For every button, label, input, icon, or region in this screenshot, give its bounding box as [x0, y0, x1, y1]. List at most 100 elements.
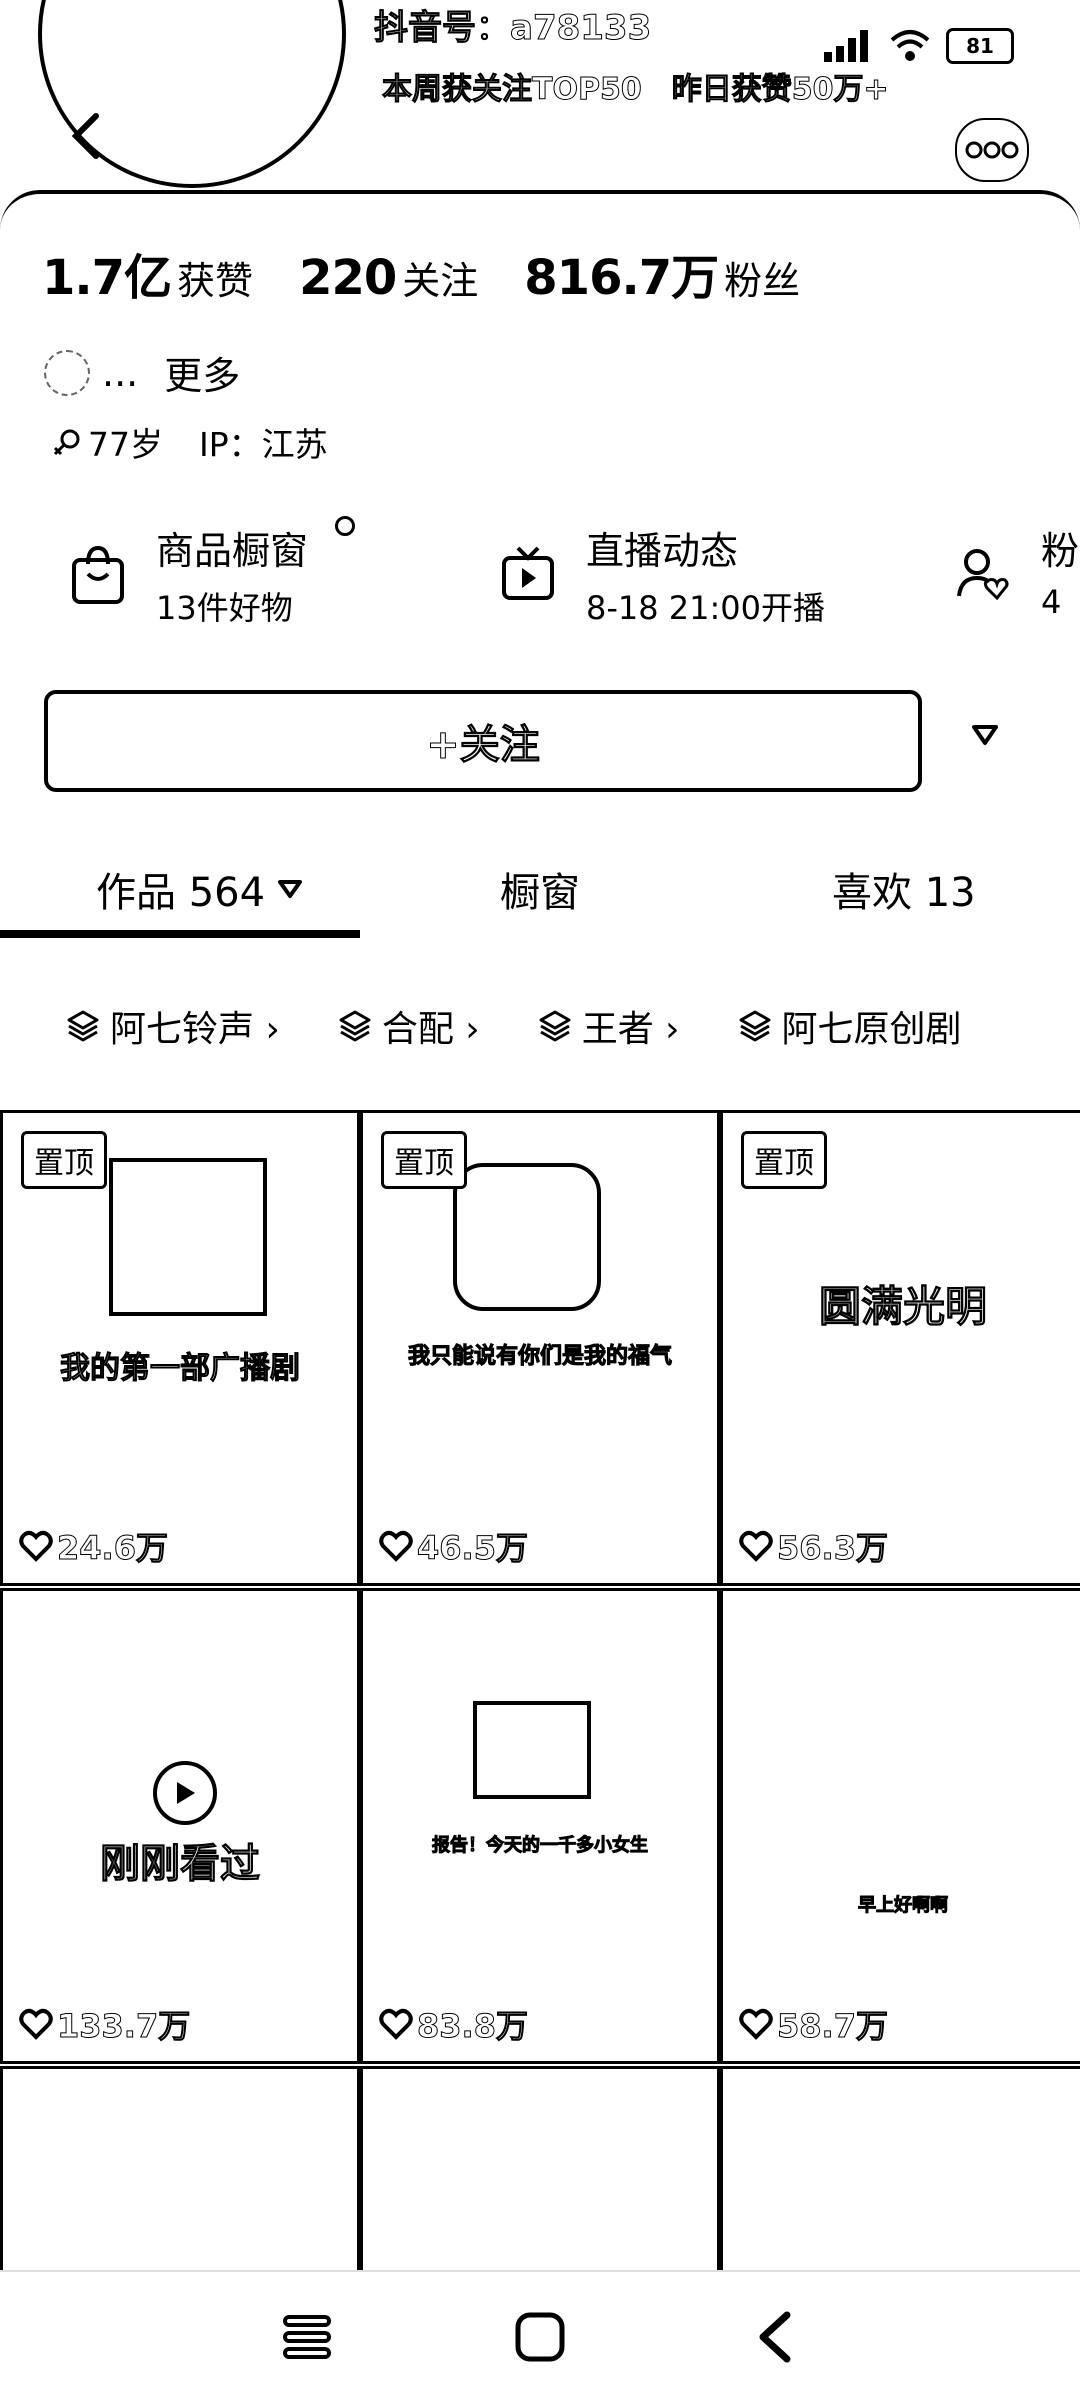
video-tile[interactable]: 置顶 圆满光明 56.3万 [720, 1110, 1080, 1586]
stats-row: 1.7亿 获赞 220 关注 816.7万 粉丝 [42, 238, 846, 308]
like-count: 133.7万 [19, 2001, 191, 2047]
chip-label: 阿七原创剧 [781, 1009, 962, 1050]
douyin-id[interactable]: 抖音号：a78133 [373, 0, 651, 49]
new-dot-icon [335, 516, 355, 536]
feature-subtitle: 13件好物 [156, 589, 293, 627]
feature-subtitle: 8-18 21:00开播 [586, 589, 826, 627]
video-grid: 置顶 我的第一部广播剧 24.6万 置顶 我只能说有你们是我的福气 46.5万 … [0, 1110, 1080, 2279]
feature-title: 粉 [1041, 529, 1080, 573]
video-tile[interactable] [0, 2066, 360, 2279]
recently-watched-label: 刚刚看过 [100, 1841, 261, 1888]
pinned-badge: 置顶 [21, 1131, 107, 1189]
layers-icon [339, 1010, 371, 1042]
triangle-down-icon [972, 725, 998, 745]
following-count[interactable]: 220 [299, 250, 397, 306]
age: 77岁 [88, 425, 163, 464]
active-tab-indicator [0, 930, 360, 938]
feature-shop-window[interactable]: 商品橱窗 13件好物 [70, 516, 355, 629]
thumbnail-cat [473, 1701, 591, 1799]
menu-icon [283, 2315, 331, 2359]
layers-icon [539, 1010, 571, 1042]
video-tile[interactable] [360, 2066, 720, 2279]
video-caption: 我的第一部广播剧 [60, 1351, 301, 1387]
chip-collection[interactable]: 阿七铃声 › [66, 1000, 280, 1052]
feature-title: 直播动态 [586, 529, 739, 573]
recent-apps-button[interactable] [272, 2302, 342, 2372]
collection-chips: 阿七铃声 › 合配 › 王者 › 阿七原创剧 [66, 1000, 962, 1052]
likes-label: 获赞 [177, 259, 254, 303]
bio[interactable]: ... 更多 [44, 345, 240, 400]
pinned-badge: 置顶 [381, 1131, 467, 1189]
status-bar: 81 [820, 28, 1014, 64]
home-square-icon [515, 2312, 565, 2362]
heart-icon [19, 1530, 53, 1562]
like-count: 83.8万 [379, 2001, 528, 2047]
sparkle-icon [44, 349, 90, 396]
likes-count: 1.7亿 [42, 250, 172, 306]
feature-title: 商品橱窗 [156, 529, 309, 573]
chip-collection[interactable]: 合配 › [338, 1000, 480, 1052]
pinned-badge: 置顶 [741, 1131, 827, 1189]
chip-label: 王者 › [581, 1009, 680, 1050]
recommend-dropdown-button[interactable] [955, 700, 1015, 770]
following-label[interactable]: 关注 [402, 250, 478, 305]
thumbnail-cat [109, 1158, 267, 1316]
wifi-icon [890, 30, 930, 61]
like-count: 24.6万 [19, 1523, 168, 1569]
chip-collection[interactable]: 阿七原创剧 [738, 1000, 962, 1052]
tab-works[interactable]: 作品 564 [96, 860, 303, 918]
like-count: 58.7万 [739, 2001, 888, 2047]
chip-label: 阿七铃声 › [110, 1009, 280, 1050]
layers-icon [739, 1010, 771, 1042]
triangle-down-icon [278, 880, 303, 898]
heart-icon [739, 1530, 773, 1562]
chip-collection[interactable]: 王者 › [538, 1000, 680, 1052]
heart-icon [739, 2008, 773, 2040]
feature-subtitle: 4 [1041, 583, 1062, 621]
like-count: 56.3万 [739, 1523, 888, 1569]
fans-count[interactable]: 816.7万 [524, 238, 719, 308]
back-button[interactable] [62, 112, 110, 160]
feature-live[interactable]: 直播动态 8-18 21:00开播 [500, 520, 825, 629]
user-heart-icon [957, 549, 1009, 601]
thumbnail-face [453, 1163, 601, 1311]
video-caption: 早上好啊啊 [858, 1895, 949, 1917]
signal-icon [824, 30, 868, 62]
fans-label[interactable]: 粉丝 [724, 250, 800, 305]
heart-icon [19, 2008, 53, 2040]
feature-fans-group[interactable]: 粉 4 [955, 520, 1079, 621]
video-tile[interactable] [720, 2066, 1080, 2279]
home-button[interactable] [505, 2302, 575, 2372]
layers-icon [67, 1010, 99, 1042]
like-count: 46.5万 [379, 1523, 528, 1569]
video-tile[interactable]: 早上好啊啊 58.7万 [720, 1588, 1080, 2064]
video-tile[interactable]: 置顶 我只能说有你们是我的福气 46.5万 [360, 1110, 720, 1586]
tab-liked[interactable]: 喜欢 13 [832, 860, 976, 918]
tab-shop-window[interactable]: 橱窗 [500, 860, 580, 918]
follow-button[interactable]: +关注 [44, 690, 922, 792]
chip-label: 合配 › [381, 1009, 480, 1050]
play-icon [153, 1761, 217, 1825]
ip-location: IP：江苏 [199, 425, 328, 464]
content-tabs: 作品 564 橱窗 喜欢 13 [0, 840, 1080, 940]
gender-icon [53, 429, 80, 456]
video-tile[interactable]: 刚刚看过 133.7万 [0, 1588, 360, 2064]
more-button[interactable] [955, 118, 1029, 182]
chevron-left-icon [759, 2311, 791, 2363]
bio-more-link[interactable]: 更多 [164, 345, 240, 400]
heart-icon [379, 2008, 413, 2040]
tv-icon [502, 546, 554, 600]
bio-text: ... [102, 350, 139, 395]
system-back-button[interactable] [740, 2302, 810, 2372]
heart-icon [379, 1530, 413, 1562]
more-dots-icon [965, 141, 1019, 159]
tab-label: 作品 564 [96, 870, 266, 916]
video-tile[interactable]: 报告！今天的一千多小女生 83.8万 [360, 1588, 720, 2064]
profile-header: 抖音号：a78133 本周获关注TOP50 昨日获赞50万+ 81 [0, 0, 1080, 195]
video-tile[interactable]: 置顶 我的第一部广播剧 24.6万 [0, 1110, 360, 1586]
video-caption: 我只能说有你们是我的福气 [407, 1344, 672, 1370]
battery-icon: 81 [946, 28, 1014, 64]
info-row: 77岁 IP：江苏 [52, 418, 328, 466]
video-caption: 报告！今天的一千多小女生 [432, 1835, 649, 1857]
system-nav-bar [0, 2270, 1080, 2402]
